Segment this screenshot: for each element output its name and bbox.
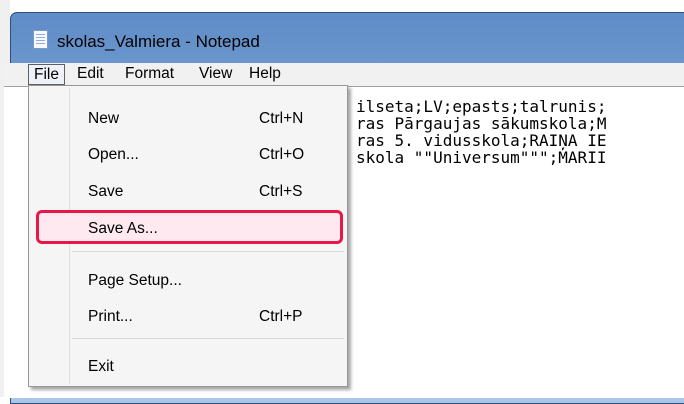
menu-format[interactable]: Format [120, 64, 179, 84]
menu-item-save-as[interactable]: Save As... [31, 212, 345, 242]
menu-bar: File Edit Format View Help [4, 63, 684, 86]
menu-separator [72, 338, 344, 339]
menu-item-shortcut: Ctrl+P [259, 308, 303, 325]
menu-item-save[interactable]: Save Ctrl+S [31, 175, 345, 205]
menu-item-shortcut: Ctrl+N [259, 110, 304, 127]
menu-item-label: Page Setup... [88, 272, 182, 289]
menu-view[interactable]: View [194, 64, 237, 84]
menu-item-print[interactable]: Print... Ctrl+P [31, 300, 345, 330]
menu-file[interactable]: File [28, 64, 65, 85]
text-line: skola ""Universum""";MARII [356, 148, 607, 167]
menu-item-exit[interactable]: Exit [31, 350, 345, 380]
menu-item-new[interactable]: New Ctrl+N [31, 102, 345, 132]
menu-item-shortcut: Ctrl+S [259, 183, 303, 200]
menu-item-label: Open... [88, 146, 139, 163]
menu-item-open[interactable]: Open... Ctrl+O [31, 138, 345, 168]
menu-item-page-setup[interactable]: Page Setup... [31, 264, 345, 294]
menu-item-label: Save As... [88, 220, 158, 237]
menu-item-label: New [88, 110, 120, 127]
notepad-icon [33, 30, 48, 49]
title-bar[interactable]: skolas_Valmiera - Notepad [11, 13, 684, 59]
text-line: ras Pārgaujas sākumskola;M [356, 114, 607, 133]
menu-item-label: Exit [88, 358, 114, 375]
menu-edit[interactable]: Edit [72, 64, 109, 84]
text-line: ilseta;LV;epasts;talrunis; [356, 97, 607, 116]
menu-item-shortcut: Ctrl+O [259, 146, 305, 163]
file-menu-dropdown: New Ctrl+N Open... Ctrl+O Save Ctrl+S Sa… [28, 85, 348, 387]
window-title: skolas_Valmiera - Notepad [57, 32, 260, 51]
text-line: ras 5. vidusskola;RAIŅA IE [356, 131, 607, 150]
menu-item-label: Save [88, 183, 124, 200]
menu-separator [72, 251, 344, 252]
menu-help[interactable]: Help [244, 64, 286, 84]
menu-item-label: Print... [88, 308, 133, 325]
